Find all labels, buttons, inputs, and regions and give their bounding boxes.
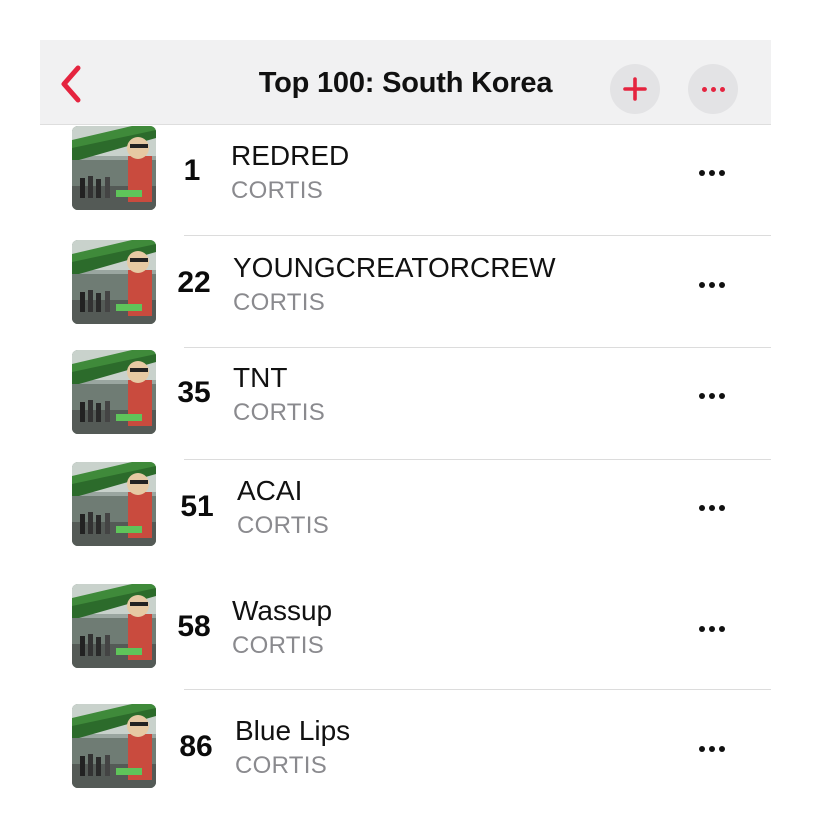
- rank-number: 35: [177, 376, 211, 409]
- ellipsis-icon: [699, 170, 725, 176]
- rank-number: 86: [179, 730, 213, 763]
- song-artist: CORTIS: [231, 177, 324, 204]
- plus-icon: [623, 77, 647, 101]
- row-more-button[interactable]: [692, 734, 732, 764]
- song-artist: CORTIS: [232, 632, 325, 659]
- list-item[interactable]: 22 YOUNGCREATORCREW CORTIS: [40, 236, 771, 348]
- page-title: Top 100: South Korea: [258, 67, 553, 99]
- song-artist: CORTIS: [237, 512, 330, 539]
- ellipsis-icon: [699, 282, 725, 288]
- row-more-button[interactable]: [692, 493, 732, 523]
- list-item[interactable]: 35 TNT CORTIS: [40, 348, 771, 460]
- row-more-button[interactable]: [692, 270, 732, 300]
- row-more-button[interactable]: [692, 158, 732, 188]
- album-art: [72, 584, 156, 668]
- rank-number: 22: [177, 266, 211, 299]
- ellipsis-icon: [699, 626, 725, 632]
- song-title: Blue Lips: [235, 715, 351, 746]
- ellipsis-icon: [699, 746, 725, 752]
- song-title: Wassup: [232, 595, 333, 626]
- song-title: REDRED: [231, 140, 350, 171]
- album-art: [72, 126, 156, 210]
- song-artist: CORTIS: [235, 752, 328, 779]
- list-item[interactable]: 86 Blue Lips CORTIS: [40, 690, 771, 802]
- ellipsis-icon: [699, 505, 725, 511]
- row-more-button[interactable]: [692, 381, 732, 411]
- rank-number: 51: [180, 490, 214, 523]
- list-item[interactable]: 1 REDRED CORTIS: [40, 124, 771, 236]
- add-button[interactable]: [610, 64, 660, 114]
- album-art: [72, 704, 156, 788]
- more-options-button[interactable]: [688, 64, 738, 114]
- song-title: TNT: [233, 362, 288, 393]
- rank-number: 1: [183, 154, 201, 187]
- song-title: ACAI: [237, 475, 303, 506]
- list-item[interactable]: 58 Wassup CORTIS: [40, 578, 771, 690]
- song-artist: CORTIS: [233, 399, 326, 426]
- row-more-button[interactable]: [692, 614, 732, 644]
- ellipsis-icon: [701, 86, 725, 92]
- album-art: [72, 462, 156, 546]
- ellipsis-icon: [699, 393, 725, 399]
- song-title: YOUNGCREATORCREW: [233, 252, 556, 283]
- nav-header: Top 100: South Korea: [40, 40, 771, 125]
- rank-number: 58: [177, 610, 211, 643]
- list-item[interactable]: 51 ACAI CORTIS: [40, 460, 771, 572]
- album-art: [72, 350, 156, 434]
- album-art: [72, 240, 156, 324]
- song-artist: CORTIS: [233, 289, 326, 316]
